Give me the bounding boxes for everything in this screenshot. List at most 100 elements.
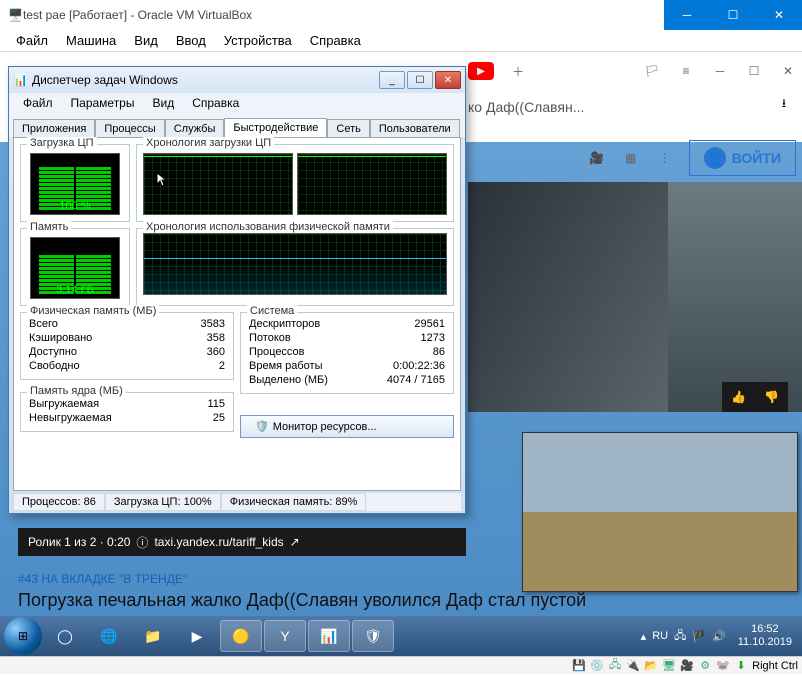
- tab-network[interactable]: Сеть: [327, 119, 369, 138]
- st-cpu-icon[interactable]: ⚙: [698, 659, 712, 673]
- phys-free-value: 2: [219, 360, 225, 372]
- st-disk-icon[interactable]: 💾: [572, 659, 586, 673]
- trend-tag[interactable]: #43 НА ВКЛАДКЕ "В ТРЕНДЕ": [18, 572, 187, 586]
- vbox-statusbar: 💾 💿 🖧 🔌 📂 🖥 🎥 ⚙ 🐭 ⬇ Right Ctrl: [0, 656, 802, 674]
- tm-menu-file[interactable]: Файл: [15, 94, 61, 112]
- apps-icon[interactable]: ▦: [621, 148, 641, 168]
- like-dislike-box: 👍 👎: [722, 382, 788, 412]
- st-share-icon[interactable]: 📂: [644, 659, 658, 673]
- kernel-nonpaged-label: Невыгружаемая: [29, 412, 112, 424]
- tb-app[interactable]: 🛡: [352, 620, 394, 652]
- resmon-label: Монитор ресурсов...: [273, 421, 377, 433]
- taskbar: ⊞ ◯ 🌐 📁 ▶ 🟡 Y 📊 🛡 ▴ RU 🖧 🏴 🔊 16:52 11.10…: [0, 616, 802, 656]
- memory-history-group: Хронология использования физической памя…: [136, 228, 454, 306]
- status-procs: Процессов: 86: [13, 493, 105, 511]
- tab-performance[interactable]: Быстродействие: [224, 118, 327, 138]
- tb-yandex-orb[interactable]: ◯: [44, 620, 86, 652]
- tb-explorer[interactable]: 📁: [132, 620, 174, 652]
- minimize-button[interactable]: ─: [664, 0, 710, 30]
- external-link-icon[interactable]: ↗: [290, 535, 300, 549]
- tab-services[interactable]: Службы: [165, 119, 225, 138]
- tb-chrome[interactable]: 🟡: [220, 620, 262, 652]
- menu-help[interactable]: Справка: [302, 31, 369, 50]
- tray-time: 16:52: [738, 623, 792, 636]
- tray-network-icon[interactable]: 🖧: [674, 627, 686, 646]
- ad-link[interactable]: taxi.yandex.ru/tariff_kids: [154, 535, 283, 549]
- tray-clock[interactable]: 16:52 11.10.2019: [732, 623, 798, 649]
- st-record-icon[interactable]: 🎥: [680, 659, 694, 673]
- tm-maximize-button[interactable]: ☐: [407, 71, 433, 89]
- ad-info-icon[interactable]: ⓘ: [136, 534, 148, 551]
- ad-counter: Ролик 1 из 2 · 0:20: [28, 535, 130, 549]
- tab-processes[interactable]: Процессы: [95, 119, 164, 138]
- dislike-icon[interactable]: 👎: [764, 390, 779, 404]
- tb-ie[interactable]: 🌐: [88, 620, 130, 652]
- tb-media[interactable]: ▶: [176, 620, 218, 652]
- menu-icon[interactable]: ≡: [676, 61, 696, 81]
- mem-graph: [143, 233, 447, 295]
- st-cd-icon[interactable]: 💿: [590, 659, 604, 673]
- tm-minimize-button[interactable]: _: [379, 71, 405, 89]
- browser-address-text[interactable]: ко Даф((Славян...: [468, 92, 764, 122]
- download-icon[interactable]: ⭳: [772, 92, 796, 116]
- tm-close-button[interactable]: ✕: [435, 71, 461, 89]
- cpu-pct-label: 100 %: [31, 200, 119, 212]
- sys-commit-value: 4074 / 7165: [387, 374, 445, 386]
- resmon-icon: 🛡️: [255, 420, 269, 433]
- tray-date: 11.10.2019: [738, 636, 792, 649]
- tm-menu-options[interactable]: Параметры: [63, 94, 143, 112]
- sys-threads-label: Потоков: [249, 332, 291, 344]
- youtube-icon[interactable]: ▶: [468, 62, 494, 80]
- tm-statusbar: Процессов: 86 Загрузка ЦП: 100% Физическ…: [13, 493, 461, 511]
- resource-monitor-button[interactable]: 🛡️ Монитор ресурсов...: [240, 415, 454, 438]
- sys-threads-value: 1273: [421, 332, 445, 344]
- new-tab-button[interactable]: ＋: [508, 61, 528, 81]
- tab-users[interactable]: Пользователи: [370, 119, 460, 138]
- st-usb-icon[interactable]: 🔌: [626, 659, 640, 673]
- browser-close-button[interactable]: ✕: [778, 61, 798, 81]
- vbox-title: test pae [Работает] - Oracle VM VirtualB…: [23, 8, 252, 22]
- tray-lang[interactable]: RU: [652, 630, 668, 642]
- video-player[interactable]: [468, 182, 802, 412]
- video-icon[interactable]: 🎥: [587, 148, 607, 168]
- phys-cached-value: 358: [207, 332, 225, 344]
- st-keycap-icon[interactable]: ⬇: [734, 659, 748, 673]
- tb-taskmgr[interactable]: 📊: [308, 620, 350, 652]
- tb-yandex[interactable]: Y: [264, 620, 306, 652]
- tm-menu-view[interactable]: Вид: [144, 94, 182, 112]
- menu-file[interactable]: Файл: [8, 31, 56, 50]
- status-mem: Физическая память: 89%: [221, 493, 367, 511]
- system-group: Система Дескрипторов29561 Потоков1273 Пр…: [240, 312, 454, 394]
- task-manager-window: 📊 Диспетчер задач Windows _ ☐ ✕ Файл Пар…: [8, 66, 466, 514]
- menu-machine[interactable]: Машина: [58, 31, 124, 50]
- phys-total-value: 3583: [201, 318, 225, 330]
- st-display-icon[interactable]: 🖥: [662, 659, 676, 673]
- menu-devices[interactable]: Устройства: [216, 31, 300, 50]
- tray-flag-icon[interactable]: 🏴: [692, 630, 706, 643]
- st-host-key: Right Ctrl: [752, 660, 798, 672]
- login-button[interactable]: 👤 ВОЙТИ: [689, 140, 796, 176]
- more-icon[interactable]: ⋮: [655, 148, 675, 168]
- tm-menu-help[interactable]: Справка: [184, 94, 247, 112]
- tm-titlebar[interactable]: 📊 Диспетчер задач Windows _ ☐ ✕: [9, 67, 465, 93]
- menu-view[interactable]: Вид: [126, 31, 166, 50]
- st-net-icon[interactable]: 🖧: [608, 659, 622, 673]
- browser-maximize-button[interactable]: ☐: [744, 61, 764, 81]
- tab-apps[interactable]: Приложения: [13, 119, 95, 138]
- close-button[interactable]: ✕: [756, 0, 802, 30]
- like-icon[interactable]: 👍: [731, 390, 746, 404]
- tray-chevron-up-icon[interactable]: ▴: [641, 630, 647, 643]
- bookmark-icon[interactable]: 🏳: [642, 61, 662, 81]
- tm-icon: 📊: [13, 73, 28, 87]
- video-title: Погрузка печальная жалко Даф((Славян уво…: [18, 590, 586, 611]
- phys-avail-label: Доступно: [29, 346, 77, 358]
- cpu-hist-title: Хронология загрузки ЦП: [143, 137, 274, 149]
- cpu-graph-2: [297, 153, 447, 215]
- pip-thumbnail[interactable]: [522, 432, 798, 592]
- browser-minimize-button[interactable]: ─: [710, 61, 730, 81]
- st-mouse-icon[interactable]: 🐭: [716, 659, 730, 673]
- start-button[interactable]: ⊞: [4, 617, 42, 655]
- menu-input[interactable]: Ввод: [168, 31, 214, 50]
- maximize-button[interactable]: ☐: [710, 0, 756, 30]
- tray-volume-icon[interactable]: 🔊: [712, 630, 726, 643]
